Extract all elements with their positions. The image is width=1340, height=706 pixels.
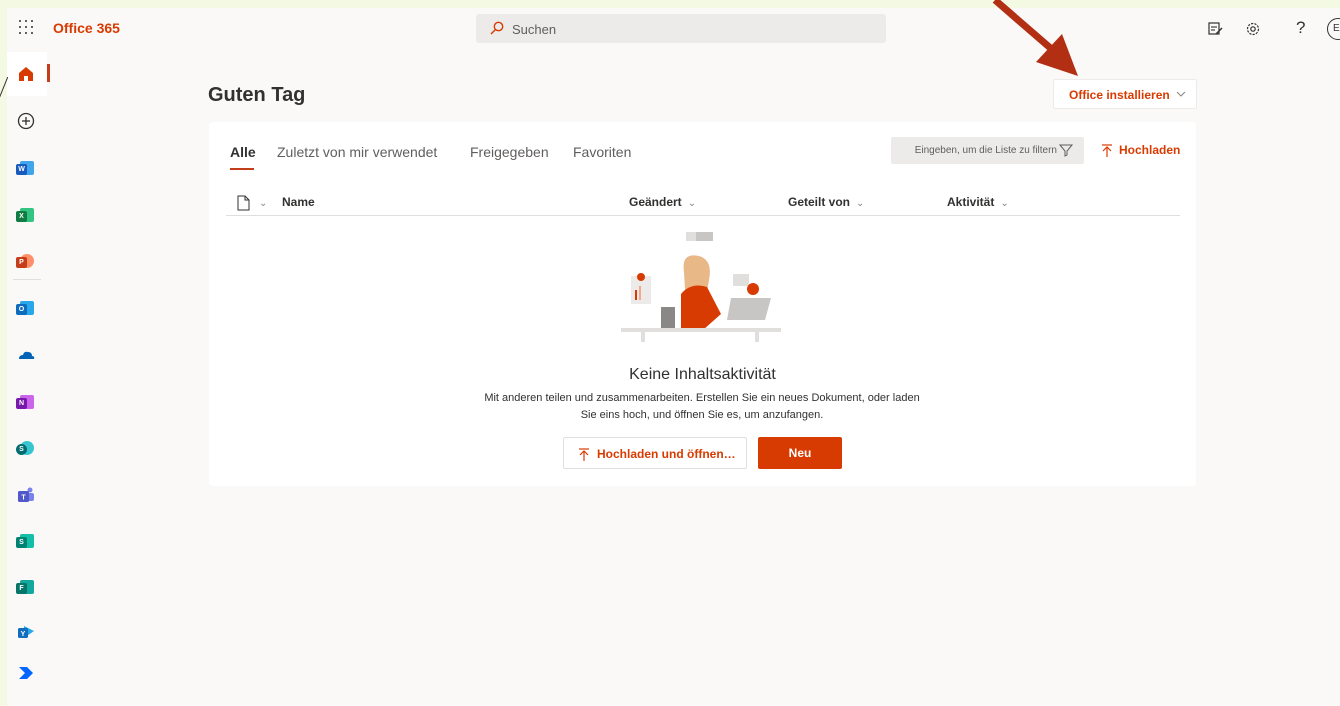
- rail-teams[interactable]: T: [16, 485, 36, 505]
- teams-icon: T: [18, 487, 34, 502]
- rail-sway[interactable]: S: [16, 531, 36, 551]
- rail-create[interactable]: [16, 111, 36, 131]
- rail-onenote[interactable]: N: [16, 392, 36, 412]
- svg-text:T: T: [21, 495, 26, 502]
- rail-power-automate[interactable]: [16, 663, 36, 683]
- filter-input[interactable]: [907, 143, 1057, 158]
- avatar[interactable]: E: [1327, 18, 1340, 40]
- column-changed[interactable]: Geändert ⌄: [629, 195, 696, 209]
- tab-underline: [230, 168, 254, 170]
- column-shared-by[interactable]: Geteilt von ⌄: [788, 195, 864, 209]
- active-indicator: [47, 64, 50, 82]
- rail-powerpoint[interactable]: P: [16, 251, 36, 271]
- rail-home[interactable]: [16, 64, 36, 84]
- chevron-down-icon: ⌄: [1000, 198, 1009, 209]
- search-box[interactable]: [476, 14, 886, 43]
- filter-icon: [1059, 144, 1073, 157]
- brand-title[interactable]: Office 365: [53, 20, 120, 36]
- power-automate-icon: [19, 667, 33, 679]
- upload-and-open-button[interactable]: Hochladen und öffnen…: [563, 437, 747, 469]
- column-activity[interactable]: Aktivität ⌄: [947, 195, 1009, 209]
- svg-text:Y: Y: [21, 631, 26, 638]
- tab-freigegeben[interactable]: Freigegeben: [470, 144, 549, 160]
- chevron-down-icon[interactable]: ⌄: [259, 198, 267, 209]
- tab-favoriten[interactable]: Favoriten: [573, 144, 631, 160]
- top-bar: Office 365 ? E: [7, 8, 1340, 50]
- upload-label: Hochladen: [1119, 143, 1181, 157]
- rail-onedrive[interactable]: [16, 345, 36, 365]
- rail-outlook[interactable]: O: [16, 298, 36, 318]
- filter-box[interactable]: [891, 137, 1084, 164]
- empty-state-description: Mit anderen teilen und zusammenarbeiten.…: [484, 392, 920, 421]
- upload-icon: [1102, 144, 1112, 157]
- install-office-button[interactable]: Office installieren: [1053, 79, 1197, 109]
- feedback-icon[interactable]: [1206, 20, 1224, 38]
- left-rail: W X P O N S T S F Y: [7, 50, 50, 706]
- page-title: Guten Tag: [208, 84, 306, 106]
- tab-alle[interactable]: Alle: [230, 144, 256, 170]
- tab-zuletzt[interactable]: Zuletzt von mir verwendet: [277, 144, 437, 160]
- upload-icon: [579, 448, 589, 461]
- app-launcher-icon[interactable]: [19, 20, 35, 36]
- column-name[interactable]: Name: [282, 195, 315, 209]
- empty-state-illustration: [621, 232, 781, 342]
- annotation-arrow: [992, 0, 1078, 76]
- install-office-label: Office installieren: [1069, 88, 1170, 102]
- home-icon: [19, 67, 33, 81]
- empty-state-title: Keine Inhaltsaktivität: [629, 366, 776, 383]
- gear-icon[interactable]: [1244, 20, 1262, 38]
- rail-forms[interactable]: F: [16, 577, 36, 597]
- search-input[interactable]: [512, 19, 872, 39]
- chevron-down-icon: ⌄: [856, 198, 865, 209]
- content-card: Alle Zuletzt von mir verwendet Freigegeb…: [209, 122, 1196, 486]
- yammer-icon: Y: [18, 626, 34, 638]
- onedrive-icon: [19, 351, 35, 359]
- upload-and-open-label: Hochladen und öffnen…: [597, 447, 736, 461]
- rail-yammer[interactable]: Y: [16, 622, 36, 642]
- file-type-icon[interactable]: [237, 195, 250, 211]
- chevron-down-icon: ⌄: [687, 198, 697, 209]
- rail-excel[interactable]: X: [16, 205, 36, 225]
- help-icon[interactable]: ?: [1296, 18, 1305, 38]
- table-header: ⌄ Name Geändert ⌄ Geteilt von ⌄ Aktivität ⌄: [226, 192, 1180, 216]
- plus-circle-icon: [17, 112, 35, 130]
- search-icon: [490, 21, 504, 35]
- new-label: Neu: [788, 446, 812, 460]
- chevron-down-icon: [1176, 91, 1186, 97]
- new-button[interactable]: Neu: [758, 437, 842, 469]
- rail-word[interactable]: W: [16, 158, 36, 178]
- rail-sharepoint[interactable]: S: [16, 438, 36, 458]
